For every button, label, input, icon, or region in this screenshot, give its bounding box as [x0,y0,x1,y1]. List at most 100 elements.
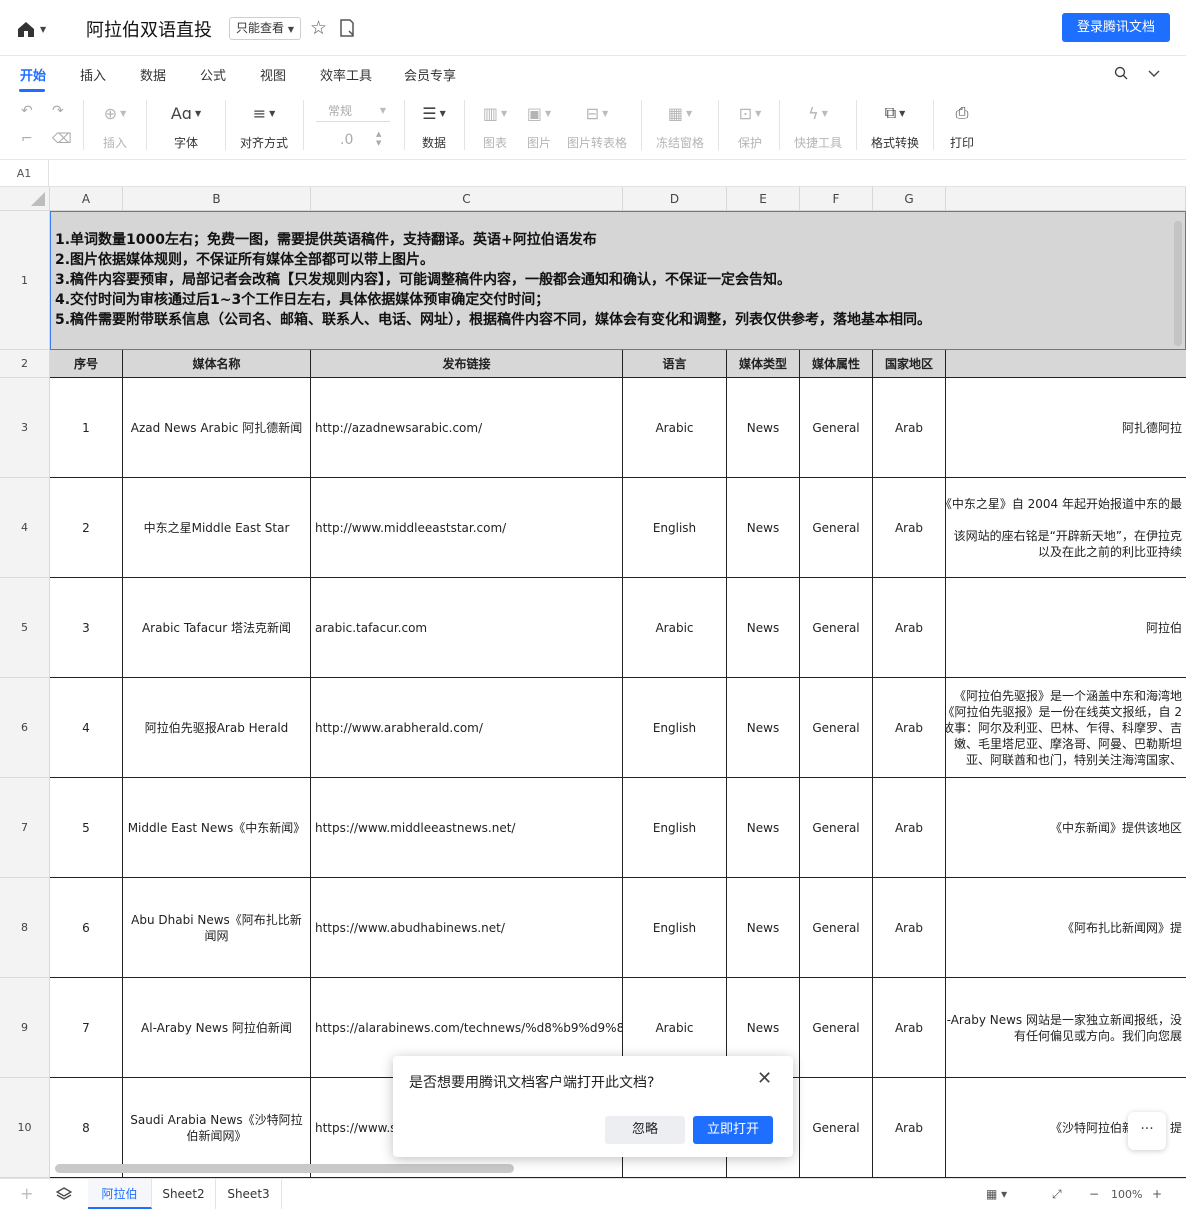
row-header[interactable]: 3 [0,378,50,478]
table-cell-type[interactable]: News [727,378,800,478]
table-cell-type[interactable]: News [727,778,800,878]
decimal-stepper-icon[interactable]: ▲ ▼ [376,130,381,148]
table-cell-attr[interactable]: General [800,878,873,978]
table-cell-no[interactable]: 3 [50,578,123,678]
more-options-icon[interactable]: ··· [1128,1112,1166,1150]
column-header[interactable]: A [50,187,123,211]
zoom-out-icon[interactable]: − [1089,1187,1099,1201]
header-cell[interactable]: 媒体类型 [727,350,800,378]
table-cell-no[interactable]: 1 [50,378,123,478]
tab-insert[interactable]: 插入 [80,65,106,84]
select-all-corner[interactable] [0,187,50,211]
table-cell-attr[interactable]: General [800,478,873,578]
freeze-panes-button[interactable]: ▦ ▼ 冻结窗格 [655,100,705,151]
row-header[interactable]: 1 [0,211,50,350]
insert-button[interactable]: ⊕ ▼ 插入 [96,100,134,151]
table-cell-description[interactable]: 《中东之星》自 2004 年起开始报道中东的最 该网站的座右铭是“开辟新天地”，在… [946,478,1186,578]
table-cell-name[interactable]: Saudi Arabia News《沙特阿拉伯新闻网》 [123,1078,311,1178]
star-icon[interactable]: ☆ [310,18,327,38]
table-cell-type[interactable]: News [727,678,800,778]
table-cell-type[interactable]: News [727,878,800,978]
table-cell-name[interactable]: Al-Araby News 阿拉伯新闻 [123,978,311,1078]
table-cell-url[interactable]: https://www.middleeastnews.net/ [311,778,623,878]
table-cell-region[interactable]: Arab [873,778,946,878]
row-header[interactable]: 9 [0,978,50,1078]
document-info-icon[interactable] [339,19,355,37]
open-now-button[interactable]: 立即打开 [693,1116,773,1144]
table-cell-no[interactable]: 4 [50,678,123,778]
table-cell-attr[interactable]: General [800,578,873,678]
table-cell-lang[interactable]: English [623,678,727,778]
table-cell-attr[interactable]: General [800,1078,873,1178]
table-cell-no[interactable]: 8 [50,1078,123,1178]
header-cell[interactable]: 国家地区 [873,350,946,378]
table-cell-region[interactable]: Arab [873,978,946,1078]
table-cell-name[interactable]: 中东之星Middle East Star [123,478,311,578]
align-button[interactable]: ≡ ▼ 对齐方式 [238,100,290,151]
table-cell-name[interactable]: Arabic Tafacur 塔法克新闻 [123,578,311,678]
sheet-tab[interactable]: Sheet2 [152,1179,216,1209]
notes-cell[interactable]: 1.单词数量1000左右；免费一图，需要提供英语稿件，支持翻译。英语+阿拉伯语发… [50,211,1186,350]
table-cell-region[interactable]: Arab [873,478,946,578]
table-cell-attr[interactable]: General [800,678,873,778]
row-header[interactable]: 8 [0,878,50,978]
font-button[interactable]: Aɑ ▼ 字体 [166,100,206,151]
column-header[interactable]: B [123,187,311,211]
chevron-down-icon[interactable] [1147,66,1161,80]
fullscreen-icon[interactable]: ⤢ [1052,1187,1062,1202]
tab-membership[interactable]: 会员专享 [404,65,456,84]
tab-data[interactable]: 数据 [140,65,166,84]
column-header[interactable]: F [800,187,873,211]
table-cell-url[interactable]: http://www.middleeaststar.com/ [311,478,623,578]
table-cell-no[interactable]: 7 [50,978,123,1078]
table-cell-type[interactable]: News [727,578,800,678]
decimal-button[interactable]: .0 [340,132,353,148]
table-cell-description[interactable]: 阿拉伯 [946,578,1186,678]
chart-button[interactable]: ▥ ▼ 图表 [478,100,512,151]
clear-format-icon[interactable]: ⌫ [52,131,72,147]
redo-icon[interactable]: ↷ [52,103,64,119]
header-cell[interactable]: 发布链接 [311,350,623,378]
table-cell-lang[interactable]: English [623,478,727,578]
table-cell-lang[interactable]: English [623,878,727,978]
add-sheet-icon[interactable]: + [20,1184,33,1203]
column-header[interactable]: G [873,187,946,211]
table-cell-description[interactable]: 《阿拉伯先驱报》是一个涵盖中东和海湾地 《阿拉伯先驱报》是一份在线英文报纸，自 2… [946,678,1186,778]
table-cell-lang[interactable]: Arabic [623,578,727,678]
table-cell-name[interactable]: Middle East News《中东新闻》 [123,778,311,878]
table-cell-name[interactable]: Azad News Arabic 阿扎德新闻 [123,378,311,478]
table-cell-attr[interactable]: General [800,378,873,478]
row-header[interactable]: 5 [0,578,50,678]
tab-formula[interactable]: 公式 [200,65,226,84]
table-cell-no[interactable]: 5 [50,778,123,878]
close-icon[interactable]: ✕ [757,1068,772,1089]
sheet-list-icon[interactable] [56,1187,72,1201]
table-cell-url[interactable]: arabic.tafacur.com [311,578,623,678]
print-button[interactable]: ⎙ 打印 [949,100,975,151]
tab-efficiency-tools[interactable]: 效率工具 [320,65,372,84]
vertical-scrollbar[interactable] [1174,221,1182,346]
image-button[interactable]: ▣ ▼ 图片 [522,100,556,151]
column-header[interactable]: D [623,187,727,211]
format-convert-button[interactable]: ⧉ ▼ 格式转换 [870,100,920,151]
cell-reference[interactable]: A1 [0,160,49,187]
table-cell-name[interactable]: 阿拉伯先驱报Arab Herald [123,678,311,778]
permission-dropdown[interactable]: 只能查看 ▼ [229,17,301,40]
undo-icon[interactable]: ↶ [21,103,33,119]
table-cell-no[interactable]: 2 [50,478,123,578]
table-cell-region[interactable]: Arab [873,378,946,478]
header-cell[interactable]: 媒体属性 [800,350,873,378]
row-header[interactable]: 10 [0,1078,50,1178]
table-cell-lang[interactable]: English [623,778,727,878]
format-painter-icon[interactable]: ⌐ [21,131,33,147]
table-cell-region[interactable]: Arab [873,1078,946,1178]
row-header[interactable]: 2 [0,350,50,378]
header-cell[interactable]: 语言 [623,350,727,378]
tab-view[interactable]: 视图 [260,65,286,84]
table-cell-name[interactable]: Abu Dhabi News《阿布扎比新闻网 [123,878,311,978]
row-header[interactable]: 7 [0,778,50,878]
table-cell-type[interactable]: News [727,478,800,578]
column-header[interactable] [946,187,1186,211]
sheet-tab[interactable]: Sheet3 [216,1179,282,1209]
header-cell[interactable] [946,350,1186,378]
